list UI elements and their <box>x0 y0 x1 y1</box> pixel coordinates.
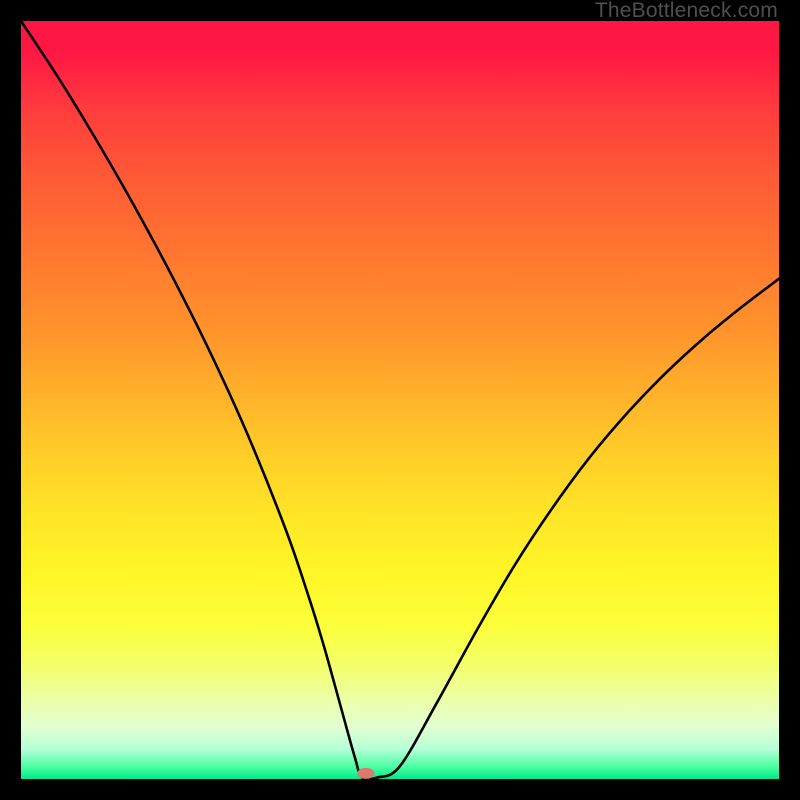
optimum-marker <box>357 768 374 779</box>
chart-svg <box>21 21 779 779</box>
chart-frame: TheBottleneck.com <box>0 0 800 800</box>
watermark-text: TheBottleneck.com <box>595 0 778 22</box>
bottleneck-curve <box>21 21 779 780</box>
plot-area <box>21 21 779 779</box>
